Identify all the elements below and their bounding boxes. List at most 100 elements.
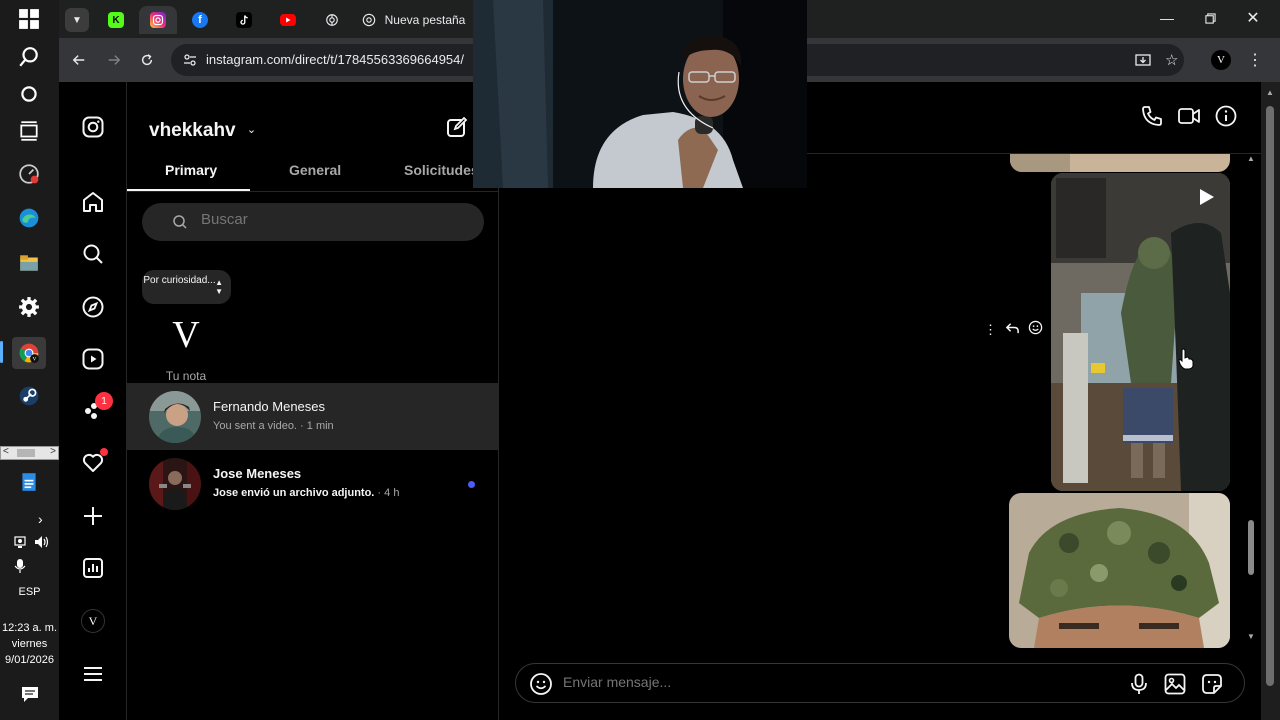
language-indicator[interactable]: ESP <box>0 584 59 600</box>
tab-youtube[interactable] <box>275 6 301 34</box>
messenger-icon[interactable]: 1 <box>80 392 113 424</box>
create-plus-icon[interactable] <box>80 503 106 529</box>
voice-message-icon[interactable] <box>1127 672 1151 696</box>
windows-taskbar: V < > › ESP 12:23 a. m. viernes 9/01/202… <box>0 0 59 720</box>
hand-cursor-icon <box>1178 348 1194 370</box>
minimize-icon[interactable]: — <box>1155 6 1179 30</box>
speedometer-app-icon[interactable] <box>14 159 44 189</box>
webcam-feed <box>473 0 807 188</box>
tab-requests[interactable]: Solicitudes <box>404 162 479 178</box>
restore-icon[interactable] <box>1198 6 1222 30</box>
webcam-overlay <box>473 0 807 188</box>
phone-call-icon[interactable] <box>1140 104 1166 130</box>
file-explorer-icon[interactable] <box>14 248 44 278</box>
volume-icon[interactable] <box>34 535 50 549</box>
inbox-tabs: Primary General Solicitudes <box>127 152 499 192</box>
settings-gear-icon[interactable] <box>14 292 44 322</box>
note-bubble[interactable]: Por curiosidad... ▲ ▼ <box>142 270 231 304</box>
notification-center-icon[interactable] <box>20 685 40 703</box>
thread-fernando-meneses[interactable]: Fernando Meneses You sent a video. · 1 m… <box>127 383 499 450</box>
steam-icon[interactable] <box>14 381 44 411</box>
clock-date: 9/01/2026 <box>5 654 54 666</box>
thread-jose-meneses[interactable]: Jose Meneses Jose envió un archivo adjun… <box>127 450 499 517</box>
kick-icon: K <box>108 12 124 28</box>
thread-preview: You sent a video. · 1 min <box>213 420 334 432</box>
chevron-right-icon[interactable]: › <box>38 511 43 527</box>
video-call-icon[interactable] <box>1177 104 1203 130</box>
message-input[interactable] <box>563 674 1063 690</box>
search-icon[interactable] <box>14 42 44 72</box>
home-icon[interactable] <box>80 189 106 215</box>
chrome-icon[interactable]: V <box>12 337 46 369</box>
active-indicator <box>0 341 3 363</box>
compose-message-icon[interactable] <box>445 115 471 141</box>
search-icon <box>173 215 187 229</box>
forward-icon[interactable] <box>102 48 126 72</box>
chat-scroll-thumb[interactable] <box>1248 520 1254 575</box>
reels-icon[interactable] <box>80 346 106 372</box>
tab-new-tab[interactable]: Nueva pestaña <box>357 6 469 34</box>
notification-badge: 1 <box>95 392 113 410</box>
install-app-icon[interactable] <box>1135 52 1151 68</box>
explore-icon[interactable] <box>80 294 106 320</box>
video-message[interactable] <box>1051 173 1230 491</box>
url-text: instagram.com/direct/t/17845563369664954… <box>206 52 465 67</box>
reload-icon[interactable] <box>135 48 159 72</box>
photo-message[interactable] <box>1009 493 1230 648</box>
sticker-icon[interactable] <box>1200 672 1224 696</box>
dashboard-chart-icon[interactable] <box>80 555 106 581</box>
tab-chatgpt[interactable] <box>319 6 345 34</box>
thread-name: Fernando Meneses <box>213 399 326 414</box>
tab-search-dropdown[interactable]: ▼ <box>63 6 91 34</box>
search-bar[interactable] <box>142 203 484 241</box>
svg-text:V: V <box>33 357 37 363</box>
clock-time[interactable]: 12:23 a. m. <box>0 620 59 636</box>
document-file-icon[interactable] <box>14 467 44 497</box>
previous-media-message[interactable] <box>1010 154 1230 172</box>
cortana-icon[interactable] <box>14 79 44 109</box>
page-scrollbar[interactable]: ▲ <box>1261 82 1280 720</box>
play-icon[interactable] <box>1196 187 1216 212</box>
tab-tiktok[interactable] <box>231 6 257 34</box>
tab-facebook[interactable]: f <box>187 6 213 34</box>
heart-icon[interactable] <box>80 448 108 476</box>
page-scroll-thumb[interactable] <box>1266 106 1274 686</box>
search-input[interactable] <box>201 211 471 228</box>
back-icon[interactable] <box>67 48 91 72</box>
windows-start-icon[interactable] <box>14 4 44 34</box>
profile-avatar[interactable]: V <box>80 608 106 634</box>
message-composer[interactable] <box>515 663 1245 703</box>
react-emoji-icon[interactable] <box>1028 320 1043 340</box>
chevron-down-icon: ▼ <box>65 8 89 32</box>
tab-primary[interactable]: Primary <box>165 162 217 178</box>
chat-scrollbar[interactable]: ▲ ▼ <box>1247 154 1257 644</box>
info-icon[interactable] <box>1214 104 1240 130</box>
emoji-icon[interactable] <box>529 672 553 696</box>
edge-browser-icon[interactable] <box>14 203 44 233</box>
menu-hamburger-icon[interactable] <box>80 661 106 687</box>
note-avatar[interactable]: V <box>151 304 221 366</box>
tab-instagram[interactable] <box>139 6 177 34</box>
taskbar-scrollbar[interactable]: < > <box>0 446 59 460</box>
tab-general[interactable]: General <box>289 162 341 178</box>
search-icon[interactable] <box>80 241 106 267</box>
tiktok-icon <box>236 12 252 28</box>
image-upload-icon[interactable] <box>1163 672 1187 696</box>
account-username[interactable]: vhekkahv ⌄ <box>149 120 256 142</box>
microphone-tray-icon[interactable] <box>14 558 26 574</box>
note-text: Por curiosidad... <box>143 275 216 286</box>
bookmark-star-icon[interactable]: ☆ <box>1165 51 1181 69</box>
more-menu-icon[interactable]: ⋮ <box>1243 48 1267 72</box>
more-options-icon[interactable]: ⋮ <box>984 322 997 338</box>
profile-avatar[interactable]: V <box>1211 50 1231 70</box>
instagram-logo-icon[interactable] <box>80 114 106 140</box>
task-view-icon[interactable] <box>14 116 44 146</box>
thread-preview: Jose envió un archivo adjunto. · 4 h <box>213 487 400 499</box>
tab-kick[interactable]: K <box>103 6 129 34</box>
close-icon[interactable]: ✕ <box>1241 6 1265 30</box>
reply-icon[interactable] <box>1005 320 1020 340</box>
screen: V < > › ESP 12:23 a. m. viernes 9/01/202… <box>0 0 1280 720</box>
camera-privacy-icon[interactable] <box>14 535 28 549</box>
chevron-down-icon: ⌄ <box>246 124 257 136</box>
site-info-icon[interactable] <box>182 52 198 68</box>
